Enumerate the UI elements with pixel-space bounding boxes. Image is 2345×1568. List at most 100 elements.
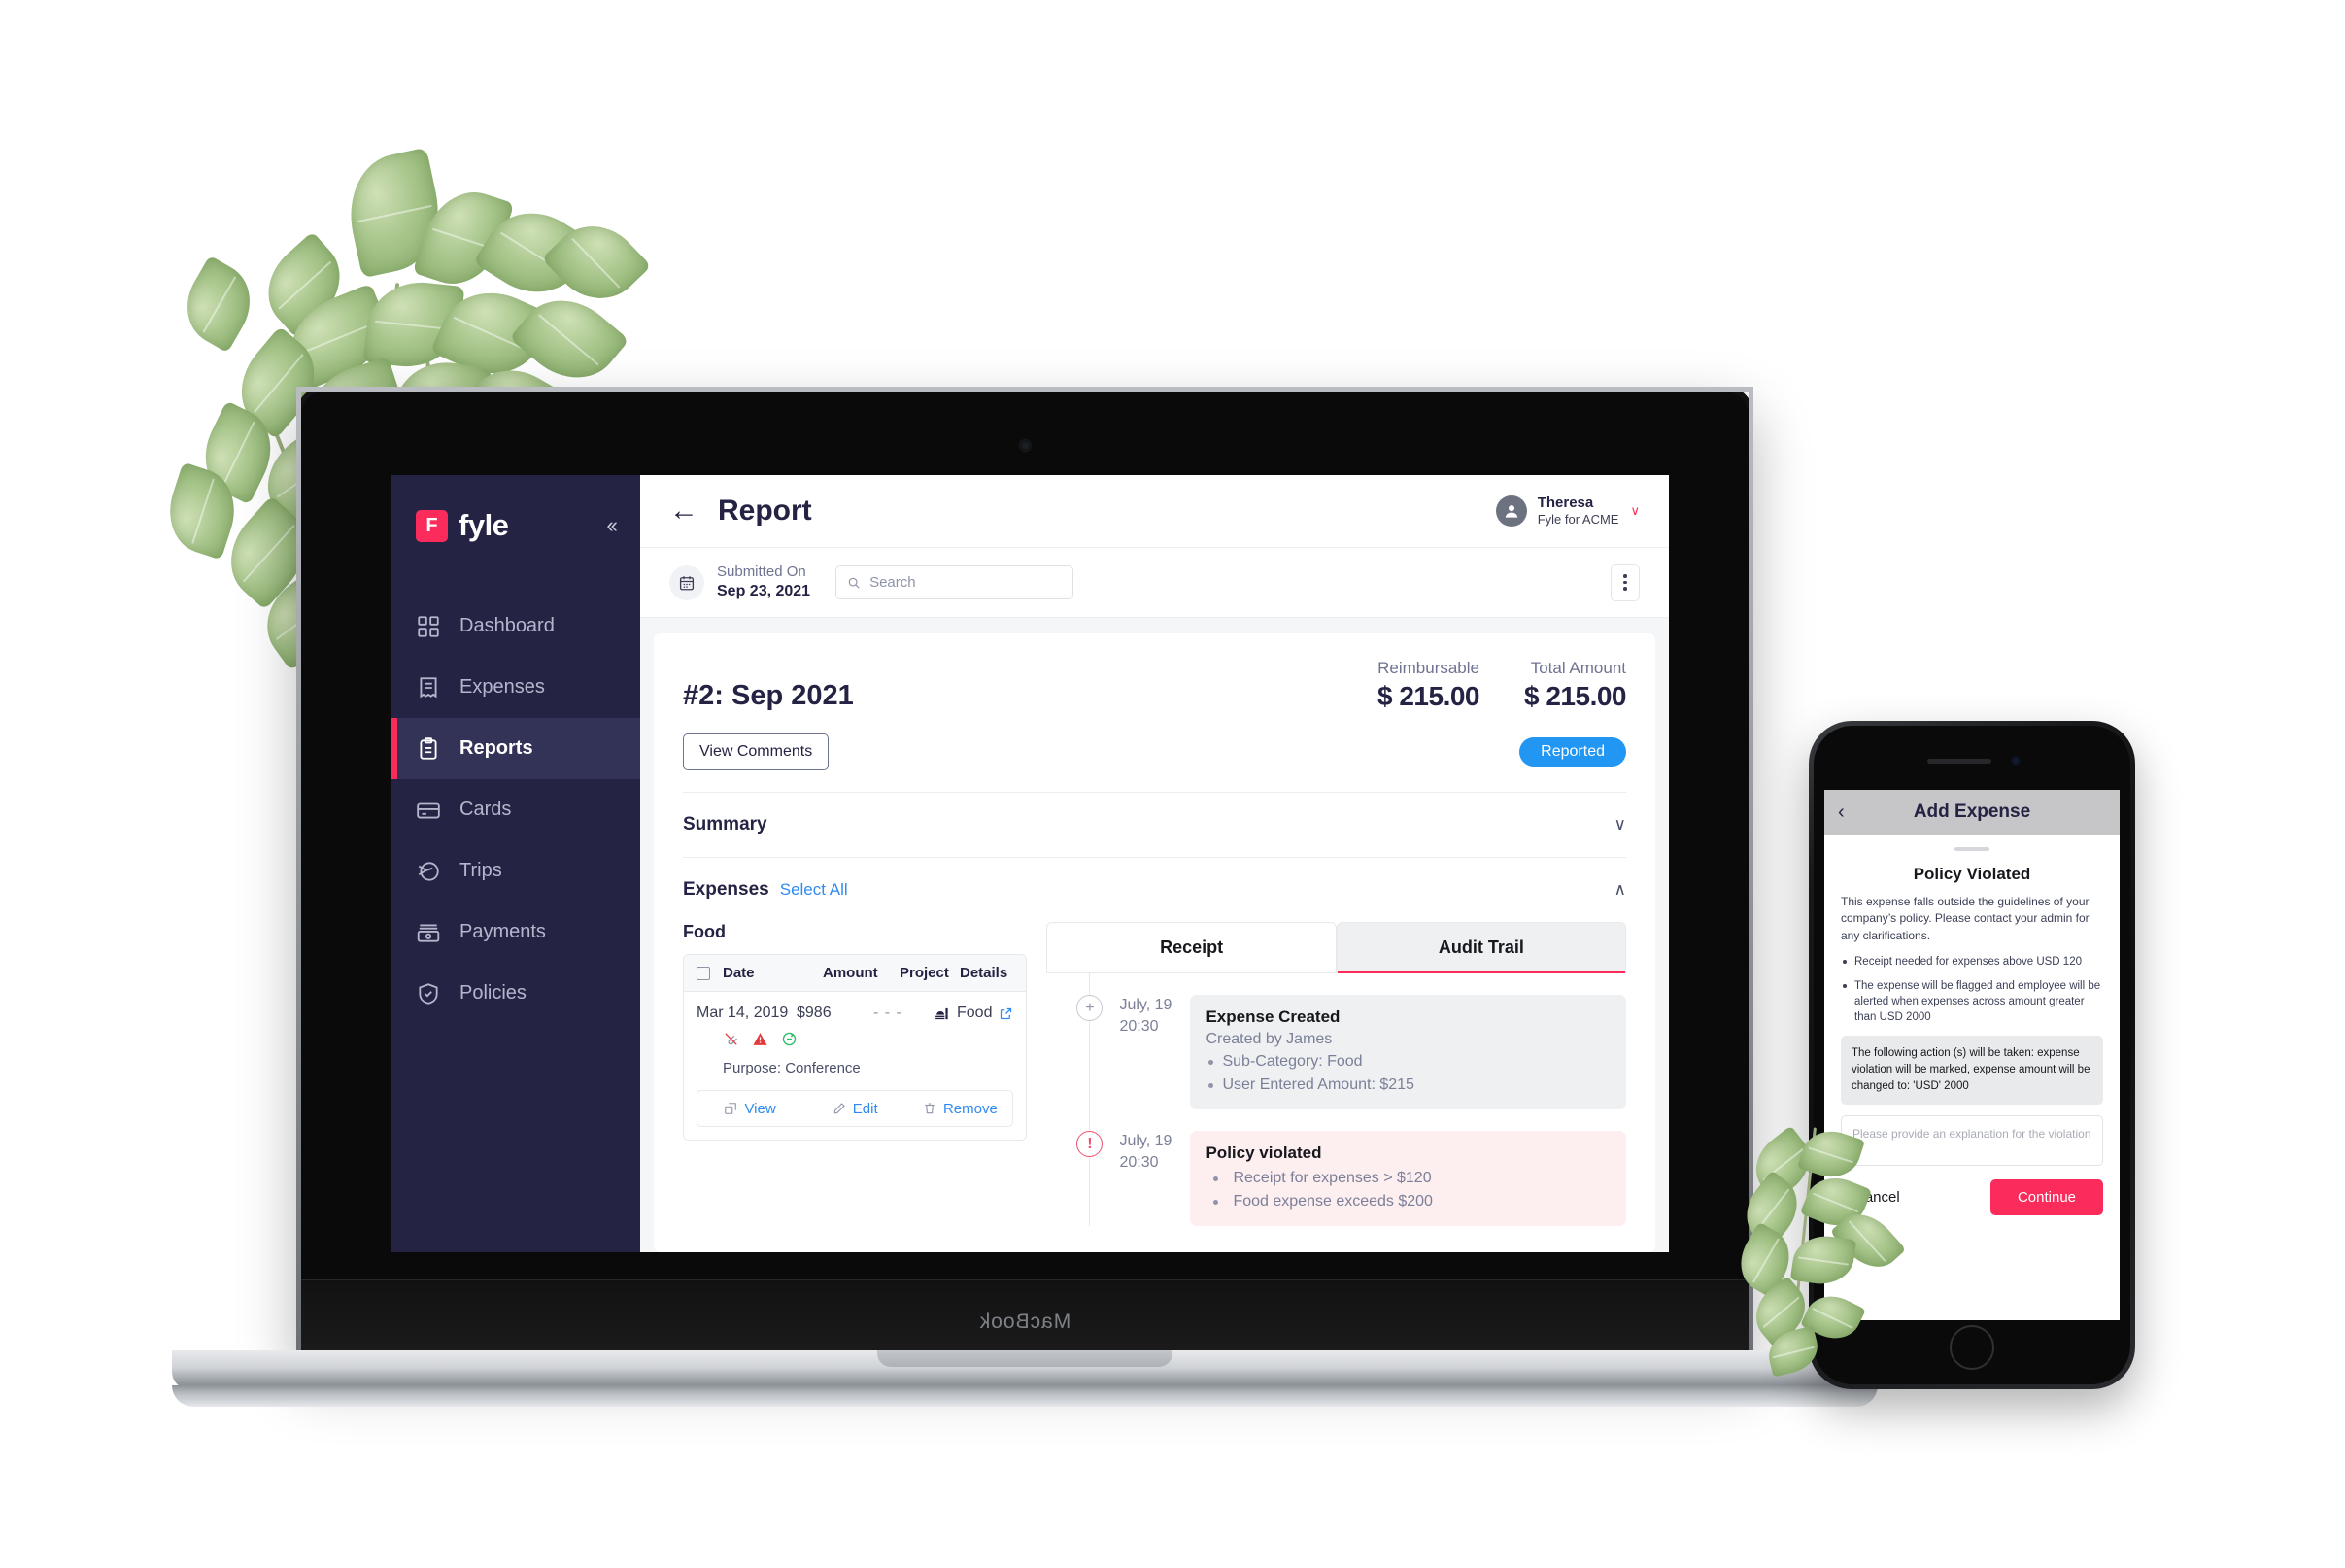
policy-violated-sheet: Policy Violated This expense falls outsi… — [1824, 835, 2120, 1231]
sidebar-item-label: Cards — [459, 799, 512, 820]
cell-amount: $986 — [797, 1005, 832, 1021]
phone-speaker-icon — [1927, 759, 1991, 764]
credit-card-icon — [417, 802, 440, 819]
summary-label: Summary — [683, 814, 767, 835]
summary-section-header[interactable]: Summary ∨ — [683, 792, 1626, 857]
expense-category-title: Food — [683, 922, 726, 941]
user-menu[interactable]: Theresa Fyle for ACME ∨ — [1495, 494, 1640, 528]
expense-flags — [723, 1031, 1013, 1047]
pencil-icon — [833, 1103, 845, 1114]
tab-audit-trail[interactable]: Audit Trail — [1336, 922, 1626, 973]
sidebar-item-label: Policies — [459, 982, 527, 1004]
search-input[interactable] — [869, 574, 1063, 591]
chevron-down-icon[interactable]: ∨ — [1614, 815, 1626, 835]
laptop-device: MacBook F fyle ‹‹ Dashboard Expenses Rep… — [172, 387, 1878, 1407]
view-comments-button[interactable]: View Comments — [683, 733, 830, 770]
sidebar-item-dashboard[interactable]: Dashboard — [391, 596, 640, 657]
timeline-bullet: Sub-Category: Food — [1206, 1050, 1611, 1074]
sheet-actions: Cancel Continue — [1841, 1178, 2103, 1231]
kebab-menu-icon[interactable] — [1611, 563, 1640, 601]
select-all-link[interactable]: Select All — [780, 880, 848, 900]
brand-logo[interactable]: F fyle ‹‹ — [391, 475, 640, 543]
timeline-title: Policy violated — [1206, 1143, 1322, 1162]
recurring-icon — [782, 1032, 797, 1046]
user-org: Fyle for ACME — [1537, 512, 1619, 528]
timeline-item: ! July, 19 20:30 Policy violated Receipt… — [1046, 1131, 1626, 1226]
phone-camera-icon — [2011, 756, 2021, 766]
webcam-icon — [1019, 440, 1031, 451]
column-header-project: Project — [900, 965, 949, 981]
sidebar-item-policies[interactable]: Policies — [391, 963, 640, 1024]
cell-project: - - - — [873, 1005, 902, 1021]
timeline-timestamp: July, 19 20:30 — [1119, 1131, 1190, 1173]
chevron-down-icon[interactable]: ∨ — [1630, 503, 1640, 519]
report-card: #2: Sep 2021 Reimbursable $ 215.00 Total… — [654, 633, 1655, 1252]
food-icon — [935, 1007, 948, 1019]
timeline-card: Expense Created Created by James Sub-Cat… — [1190, 995, 1626, 1109]
status-badge: Reported — [1519, 737, 1626, 767]
collapse-sidebar-icon[interactable]: ‹‹ — [606, 513, 618, 538]
timeline-bullets: Sub-Category: Food User Entered Amount: … — [1206, 1050, 1611, 1097]
shield-check-icon — [419, 982, 438, 1005]
sheet-paragraph: This expense falls outside the guideline… — [1841, 895, 2090, 942]
expense-table-header: Date Amount Project Details — [684, 955, 1027, 992]
total-amount-value: $ 215.00 — [1524, 681, 1627, 711]
phone-body: ‹ Add Expense Policy Violated This expen… — [1814, 726, 2130, 1384]
continue-button[interactable]: Continue — [1989, 1178, 2103, 1215]
no-attachment-icon — [725, 1033, 737, 1045]
sidebar-item-label: Dashboard — [459, 615, 555, 636]
expense-panes: Food Date Amount Project Details Mar 14,… — [683, 922, 1626, 1247]
column-header-date: Date — [723, 965, 755, 981]
view-expense-button[interactable]: View — [697, 1091, 802, 1126]
sheet-bullet: Receipt needed for expenses above USD 12… — [1841, 954, 2103, 970]
sidebar-item-label: Payments — [459, 921, 546, 942]
external-link-icon[interactable] — [999, 1006, 1013, 1021]
expenses-section-header: Expenses Select All ∧ — [683, 857, 1626, 922]
select-all-checkbox[interactable] — [697, 966, 710, 980]
banknote-icon — [417, 923, 440, 942]
timeline-time: 20:30 — [1119, 1017, 1159, 1035]
expense-detail-pane: Receipt Audit Trail + July, 19 20:30 Exp… — [1046, 922, 1626, 1247]
page-title: Report — [718, 494, 812, 527]
expense-row-actions: View Edit Remove — [697, 1090, 1014, 1127]
macbook-wordmark: MacBook — [978, 1311, 1071, 1333]
cell-date: Mar 14, 2019 — [697, 1005, 789, 1021]
timeline-date: July, 19 — [1119, 1133, 1172, 1149]
explanation-input[interactable]: Please provide an explanation for the vi… — [1841, 1114, 2103, 1166]
expense-list-pane: Food Date Amount Project Details Mar 14,… — [683, 922, 1028, 1247]
sheet-bullets: Receipt needed for expenses above USD 12… — [1841, 954, 2103, 1025]
timeline-bullet: Receipt for expenses > $120 — [1206, 1167, 1611, 1190]
tab-receipt[interactable]: Receipt — [1046, 922, 1337, 972]
phone-home-button[interactable] — [1950, 1325, 1994, 1370]
plane-icon — [418, 861, 439, 881]
edit-expense-label: Edit — [852, 1100, 878, 1117]
back-arrow-icon[interactable]: ← — [669, 496, 698, 526]
submitted-on-value: Sep 23, 2021 — [717, 582, 811, 599]
sidebar-item-cards[interactable]: Cards — [391, 779, 640, 840]
view-expense-label: View — [744, 1100, 776, 1117]
search-box[interactable] — [835, 565, 1074, 599]
table-row[interactable]: Mar 14, 2019 $986 - - - Food — [697, 1005, 1013, 1022]
chevron-left-icon[interactable]: ‹ — [1838, 801, 1845, 824]
grid-icon — [418, 615, 439, 637]
trash-icon — [925, 1103, 935, 1114]
edit-expense-button[interactable]: Edit — [802, 1091, 907, 1126]
chevron-up-icon[interactable]: ∧ — [1614, 880, 1626, 900]
total-amount-label: Total Amount — [1530, 659, 1626, 677]
phone-nav-bar: ‹ Add Expense — [1824, 790, 2120, 835]
sidebar-item-expenses[interactable]: Expenses — [391, 657, 640, 718]
sidebar-item-trips[interactable]: Trips — [391, 840, 640, 902]
timeline-card-violation: Policy violated Receipt for expenses > $… — [1190, 1131, 1626, 1226]
sheet-grabber[interactable] — [1954, 847, 1989, 851]
sidebar-item-payments[interactable]: Payments — [391, 902, 640, 963]
remove-expense-button[interactable]: Remove — [907, 1091, 1012, 1126]
sidebar-item-reports[interactable]: Reports — [391, 718, 640, 779]
user-info: Theresa Fyle for ACME — [1538, 494, 1619, 528]
cancel-button[interactable]: Cancel — [1841, 1181, 1914, 1213]
laptop-base — [172, 1350, 1878, 1389]
avatar — [1495, 495, 1527, 527]
alert-circle-icon: ! — [1076, 1131, 1104, 1157]
timeline-bullet: Food expense exceeds $200 — [1206, 1190, 1611, 1213]
sidebar-item-label: Expenses — [459, 676, 545, 698]
expense-purpose: Purpose: Conference — [723, 1060, 861, 1076]
